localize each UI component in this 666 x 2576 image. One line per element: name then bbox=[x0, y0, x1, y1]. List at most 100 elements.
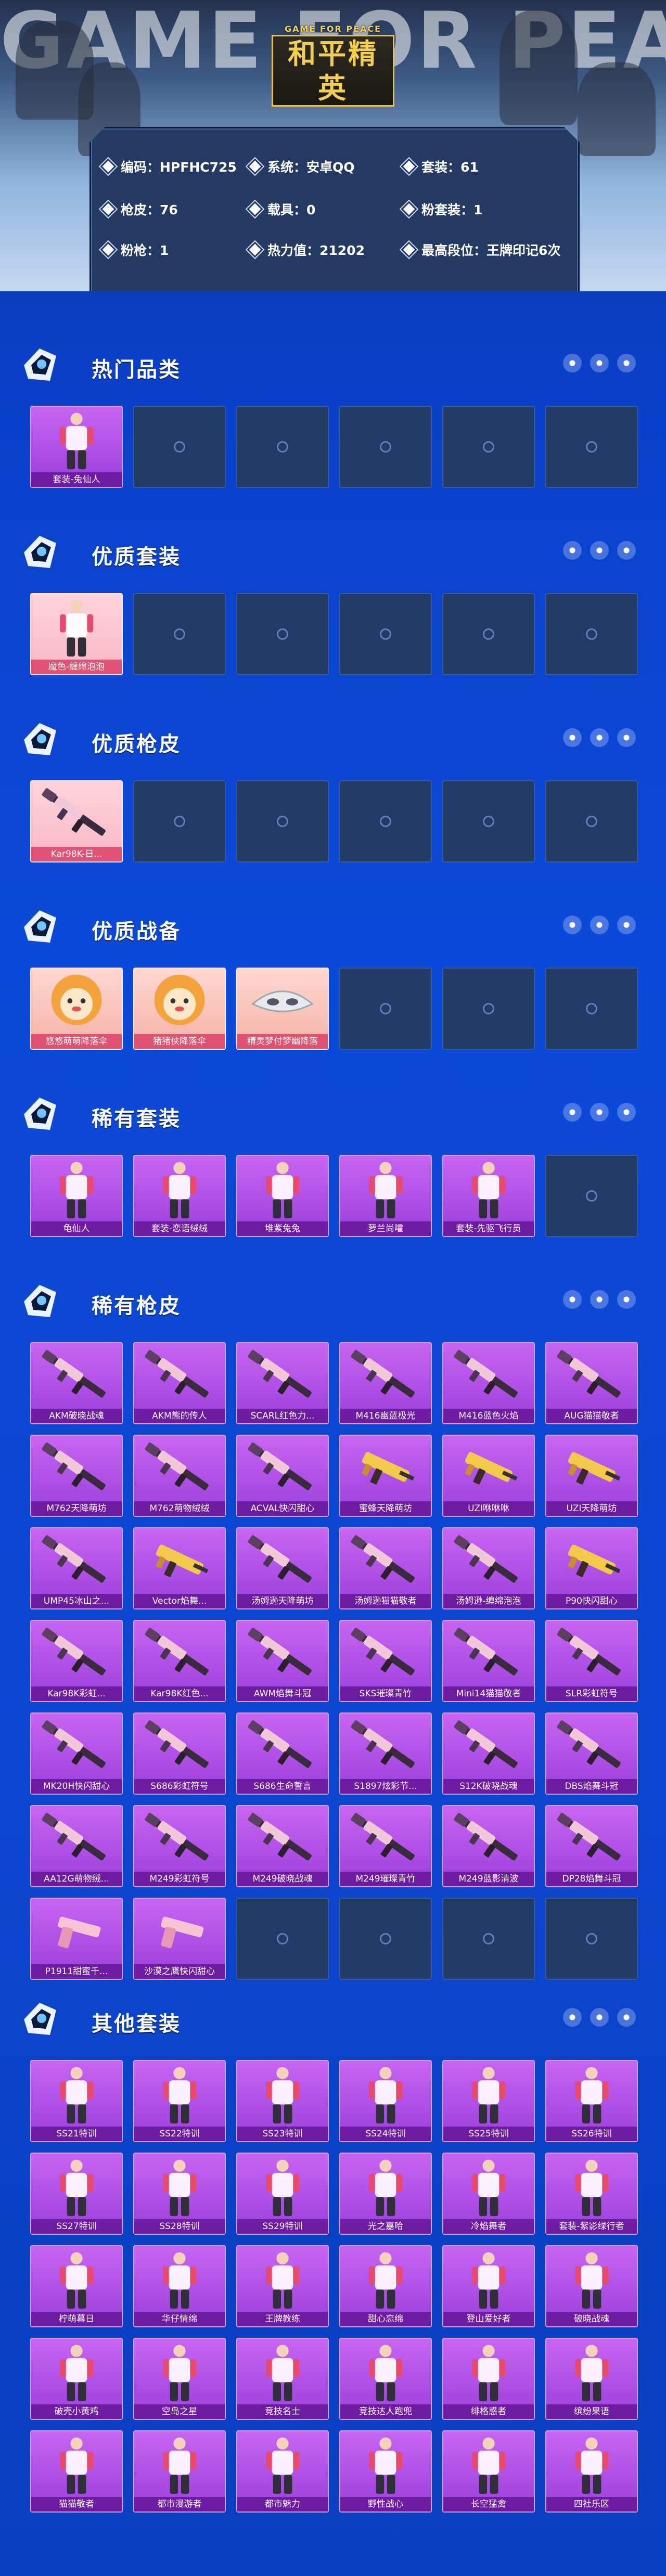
item-card[interactable]: 套装-紫影绿行者 bbox=[545, 2153, 638, 2235]
item-card[interactable]: 华仔情绵 bbox=[133, 2245, 226, 2327]
item-label: ACVAL快闪甜心 bbox=[237, 1501, 328, 1516]
item-card[interactable]: M416蓝色火焰 bbox=[442, 1342, 535, 1424]
item-card[interactable]: M249破晓战魂 bbox=[236, 1805, 329, 1887]
item-card[interactable]: 猫猫敬者 bbox=[30, 2430, 123, 2513]
item-card[interactable]: M762天降萌坊 bbox=[30, 1435, 123, 1517]
item-card[interactable]: 破壳小黄鸡 bbox=[30, 2338, 123, 2420]
item-card[interactable]: DBS焰舞斗冠 bbox=[545, 1712, 638, 1795]
item-card[interactable]: UMP45冰山之... bbox=[30, 1527, 123, 1609]
item-card[interactable]: 套装-先驱飞行员 bbox=[442, 1155, 535, 1237]
outfit-icon bbox=[443, 2061, 534, 2127]
item-card[interactable]: UZI咻咻咻 bbox=[442, 1435, 535, 1517]
item-card[interactable]: AKM熊的传人 bbox=[133, 1342, 226, 1424]
item-card[interactable]: SS26特训 bbox=[545, 2060, 638, 2142]
item-card[interactable]: SS23特训 bbox=[236, 2060, 329, 2142]
item-card[interactable]: 汤姆逊-缠绵泡泡 bbox=[442, 1527, 535, 1609]
item-card[interactable]: AWM焰舞斗冠 bbox=[236, 1620, 329, 1702]
item-card[interactable]: 沙漠之鹰快闪甜心 bbox=[133, 1898, 226, 1980]
item-card[interactable]: 汤姆逊猫猫敬者 bbox=[339, 1527, 432, 1609]
item-card[interactable]: 竞技达人跑兜 bbox=[339, 2338, 432, 2420]
item-card[interactable]: 空岛之星 bbox=[133, 2338, 226, 2420]
item-card[interactable]: S1897炫彩节... bbox=[339, 1712, 432, 1795]
empty-slot bbox=[133, 593, 226, 675]
item-card[interactable]: Kar98K红色... bbox=[133, 1620, 226, 1702]
section-pager bbox=[563, 1290, 646, 1311]
item-card[interactable]: M249蓝影清波 bbox=[442, 1805, 535, 1887]
item-card[interactable]: 堆紫兔兔 bbox=[236, 1155, 329, 1237]
item-card[interactable]: 猪猪侠降落伞 bbox=[133, 968, 226, 1050]
item-card[interactable]: 蜜蜂天降萌坊 bbox=[339, 1435, 432, 1517]
item-card[interactable]: 野性战心 bbox=[339, 2430, 432, 2513]
item-card[interactable]: M249彩虹符号 bbox=[133, 1805, 226, 1887]
item-card[interactable]: 甜心恋绵 bbox=[339, 2245, 432, 2327]
item-card[interactable]: M249璀璨青竹 bbox=[339, 1805, 432, 1887]
item-card[interactable]: AA12G萌物绒... bbox=[30, 1805, 123, 1887]
item-card[interactable]: SS28特训 bbox=[133, 2153, 226, 2235]
item-card[interactable]: 魔色-缠绵泡泡 bbox=[30, 593, 123, 675]
item-card[interactable]: 绯格惑者 bbox=[442, 2338, 535, 2420]
pager-dot-icon bbox=[590, 1103, 609, 1122]
item-card[interactable]: 登山爱好者 bbox=[442, 2245, 535, 2327]
item-card[interactable]: 都市魅力 bbox=[236, 2430, 329, 2513]
item-card[interactable]: 破晓战魂 bbox=[545, 2245, 638, 2327]
item-label: 缤纷果语 bbox=[546, 2404, 637, 2419]
item-card[interactable]: 长空猛禽 bbox=[442, 2430, 535, 2513]
item-card[interactable]: 竞技名士 bbox=[236, 2338, 329, 2420]
item-card[interactable]: 缤纷果语 bbox=[545, 2338, 638, 2420]
rifle-icon bbox=[237, 1806, 328, 1872]
item-card[interactable]: AUG猫猫敬者 bbox=[545, 1342, 638, 1424]
pager-dot-icon bbox=[617, 2008, 636, 2027]
item-card[interactable]: Vector焰舞... bbox=[133, 1527, 226, 1609]
item-card[interactable]: 萝兰尚嚯 bbox=[339, 1155, 432, 1237]
item-card[interactable]: 王牌教练 bbox=[236, 2245, 329, 2327]
item-card[interactable]: MK20H快闪甜心 bbox=[30, 1712, 123, 1795]
item-card[interactable]: S686生命誓言 bbox=[236, 1712, 329, 1795]
info-field-text: 载具：0 bbox=[267, 202, 316, 217]
empty-slot bbox=[545, 406, 638, 488]
empty-slot bbox=[236, 593, 329, 675]
item-card[interactable]: S12K破晓战魂 bbox=[442, 1712, 535, 1795]
section-title: 优质套装 bbox=[92, 545, 181, 569]
item-card[interactable]: SKS璀璨青竹 bbox=[339, 1620, 432, 1702]
item-card[interactable]: 汤姆逊天降萌坊 bbox=[236, 1527, 329, 1609]
item-card[interactable]: DP28焰舞斗冠 bbox=[545, 1805, 638, 1887]
item-card[interactable]: SLR彩虹符号 bbox=[545, 1620, 638, 1702]
outfit-icon bbox=[31, 407, 122, 472]
item-card[interactable]: ACVAL快闪甜心 bbox=[236, 1435, 329, 1517]
pager-dot-icon bbox=[563, 541, 582, 560]
item-card[interactable]: Kar98K彩虹... bbox=[30, 1620, 123, 1702]
item-card[interactable]: S686彩虹符号 bbox=[133, 1712, 226, 1795]
item-card[interactable]: SS29特训 bbox=[236, 2153, 329, 2235]
item-card[interactable]: 套装-恋语绒绒 bbox=[133, 1155, 226, 1237]
rifle-icon bbox=[134, 1714, 225, 1779]
item-card[interactable]: 冷焰舞者 bbox=[442, 2153, 535, 2235]
item-label: SS22特训 bbox=[134, 2127, 225, 2141]
pager-dot-icon bbox=[617, 1290, 636, 1309]
item-card[interactable]: 柠萌暮日 bbox=[30, 2245, 123, 2327]
info-field-text: 系统：安卓QQ bbox=[267, 160, 355, 175]
item-card[interactable]: M416幽蓝极光 bbox=[339, 1342, 432, 1424]
item-card[interactable]: SS22特训 bbox=[133, 2060, 226, 2142]
item-card[interactable]: AKM破晓战魂 bbox=[30, 1342, 123, 1424]
item-card[interactable]: SCARL红色力... bbox=[236, 1342, 329, 1424]
item-card[interactable]: Kar98K-日... bbox=[30, 780, 123, 862]
empty-slot bbox=[442, 406, 535, 488]
item-card[interactable]: 龟仙人 bbox=[30, 1155, 123, 1237]
pager-dot-icon bbox=[590, 2008, 609, 2027]
item-card[interactable]: 悠悠萌萌降落伞 bbox=[30, 968, 123, 1050]
item-card[interactable]: P1911甜蜜千... bbox=[30, 1898, 123, 1980]
item-card[interactable]: SS21特训 bbox=[30, 2060, 123, 2142]
item-card[interactable]: 套装-兔仙人 bbox=[30, 406, 123, 488]
item-card[interactable]: SS24特训 bbox=[339, 2060, 432, 2142]
item-card[interactable]: SS25特训 bbox=[442, 2060, 535, 2142]
item-card[interactable]: UZI天降萌坊 bbox=[545, 1435, 638, 1517]
section-emblem-icon bbox=[19, 719, 61, 761]
item-card[interactable]: Mini14猫猫敬者 bbox=[442, 1620, 535, 1702]
item-card[interactable]: 都市漫游者 bbox=[133, 2430, 226, 2513]
item-card[interactable]: 精灵梦付梦幽降落 bbox=[236, 968, 329, 1050]
item-card[interactable]: SS27特训 bbox=[30, 2153, 123, 2235]
item-card[interactable]: 光之嘉哈 bbox=[339, 2153, 432, 2235]
item-card[interactable]: P90快闪甜心 bbox=[545, 1527, 638, 1609]
item-card[interactable]: 四社乐区 bbox=[545, 2430, 638, 2513]
item-card[interactable]: M762萌物绒绒 bbox=[133, 1435, 226, 1517]
